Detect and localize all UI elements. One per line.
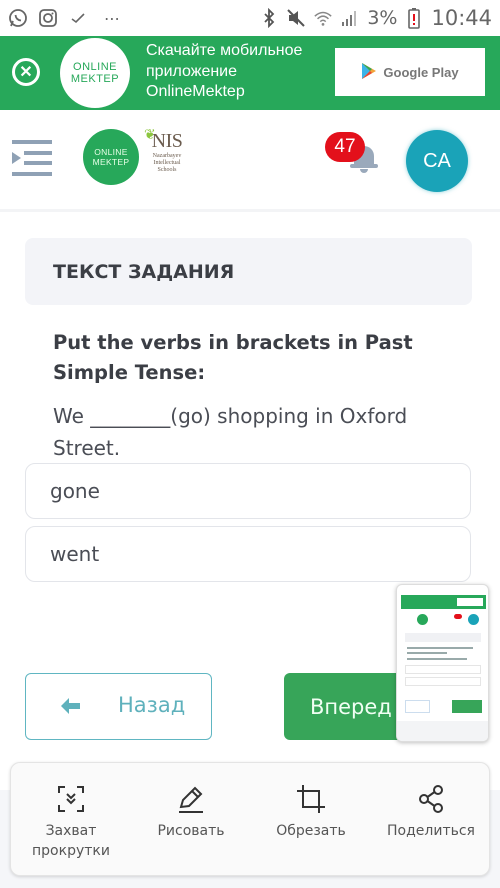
screenshot-thumbnail[interactable] (396, 584, 489, 742)
status-bar: ⋯ 3% 10:44 (0, 0, 500, 36)
wifi-icon (313, 8, 333, 28)
share-button[interactable]: Поделиться (371, 763, 491, 877)
share-icon (415, 783, 447, 815)
answer-option[interactable]: gone (25, 463, 471, 519)
crop-icon (295, 783, 327, 815)
logo-line-2: MEKTEP (70, 73, 120, 85)
tool-label: Поделиться (371, 821, 491, 841)
mute-icon (286, 8, 306, 28)
thumb-option (405, 665, 481, 674)
tool-label-line: Поделиться (387, 823, 475, 839)
crop-button[interactable]: Обрезать (251, 763, 371, 877)
back-button[interactable]: Назад (25, 673, 212, 740)
bell-icon-clapper (360, 169, 368, 173)
app-header: ONLINE MEKTEP ❦ NIS Nazarbayev Intellect… (0, 110, 500, 212)
signal-icon (340, 8, 360, 28)
clock: 10:44 (431, 6, 492, 30)
google-play-label: Google Play (383, 64, 459, 80)
battery-percent: 3% (367, 7, 398, 29)
task-prompt: Put the verbs in brackets in Past Simple… (53, 331, 413, 384)
thumb-avatar (468, 614, 479, 625)
onlinemektep-logo: ONLINE MEKTEP (60, 38, 130, 108)
next-button-label: Вперед (310, 694, 392, 719)
tool-label-line: Рисовать (157, 823, 225, 839)
banner-text-line: Скачайте мобильное (146, 42, 303, 59)
answer-option[interactable]: went (25, 526, 471, 582)
tool-label: Рисовать (131, 821, 251, 841)
google-play-button[interactable]: Google Play (335, 48, 485, 96)
scroll-capture-icon (55, 783, 87, 815)
tool-label-line: прокрутки (32, 843, 110, 859)
screen: ⋯ 3% 10:44 ✕ ONLINE MEKTEP Скачайте моби… (0, 0, 500, 888)
arrow-left-icon (58, 696, 82, 716)
logo-line-1: ONLINE (73, 61, 117, 73)
thumb-logo (417, 614, 428, 625)
screenshot-toolbar: Захват прокрутки Рисовать Обрезать Подел… (10, 762, 490, 876)
thumb-text-line (407, 652, 447, 654)
logo-line-1: ONLINE (94, 147, 128, 157)
task-sentence: We ________(go) shopping in Oxford Stree… (53, 404, 408, 460)
next-button[interactable]: Вперед (284, 673, 414, 740)
thumb-next-button (452, 700, 482, 713)
instagram-icon (38, 8, 58, 28)
tool-label-line: Захват (45, 823, 97, 839)
banner-text-line: приложение (146, 62, 238, 80)
bluetooth-icon (259, 8, 279, 28)
battery-low-icon (404, 8, 424, 29)
notification-count-badge: 47 (325, 132, 365, 162)
thumb-badge (454, 614, 462, 619)
app-download-banner: ✕ ONLINE MEKTEP Скачайте мобильное прило… (0, 36, 500, 110)
onlinemektep-logo[interactable]: ONLINE MEKTEP (83, 129, 139, 185)
nis-logo: ❦ NIS Nazarbayev Intellectual Schools (142, 126, 192, 174)
menu-icon-line (24, 161, 52, 165)
thumb-section-title (405, 633, 481, 642)
thumb-text-line (407, 647, 473, 649)
logo-line-2: MEKTEP (92, 157, 130, 167)
tool-label: Захват прокрутки (11, 821, 131, 861)
leaf-icon: ❦ (144, 126, 156, 142)
thumb-text-line (407, 658, 467, 660)
answer-option-label: went (50, 542, 100, 566)
nis-subtitle: Nazarbayev (152, 153, 182, 159)
draw-button[interactable]: Рисовать (131, 763, 251, 877)
thumb-store-button (457, 598, 483, 606)
menu-toggle-button[interactable] (12, 140, 52, 176)
bell-icon-base (350, 164, 378, 168)
google-play-icon (361, 62, 377, 83)
back-button-label: Назад (118, 693, 186, 717)
task-section-title: ТЕКСТ ЗАДАНИЯ (25, 238, 472, 305)
answer-option-label: gone (50, 479, 100, 503)
banner-message: Скачайте мобильное приложение OnlineMekt… (146, 41, 302, 103)
banner-text-line: OnlineMektep (146, 83, 245, 100)
menu-icon-line (12, 172, 52, 176)
close-banner-button[interactable]: ✕ (12, 58, 40, 86)
nis-subtitle: Intellectual (153, 160, 181, 166)
whatsapp-icon (8, 8, 28, 28)
thumb-back-button (405, 700, 430, 713)
scroll-capture-button[interactable]: Захват прокрутки (11, 763, 131, 877)
close-icon: ✕ (19, 64, 33, 81)
draw-icon (175, 783, 207, 815)
user-avatar[interactable]: CA (406, 130, 468, 192)
menu-icon-line (24, 151, 52, 155)
tool-label-line: Обрезать (276, 823, 346, 839)
check-icon (68, 8, 88, 28)
thumb-footer (397, 721, 488, 741)
nis-subtitle: Schools (157, 167, 177, 173)
more-icon: ⋯ (104, 8, 122, 28)
thumb-option (405, 677, 481, 686)
tool-label: Обрезать (251, 821, 371, 841)
menu-arrow-icon (12, 152, 21, 164)
menu-icon (12, 140, 52, 144)
